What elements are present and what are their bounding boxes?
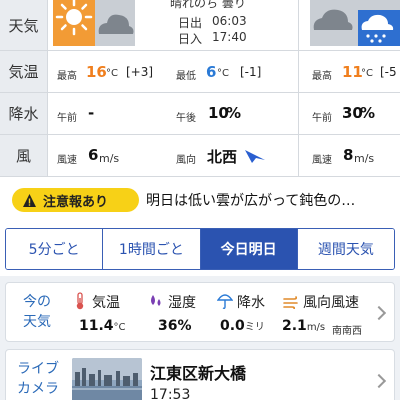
today-windspeed-unit: m/s [99, 152, 120, 165]
today-min-delta: [-1] [240, 65, 262, 79]
today-am-precip: - [88, 104, 95, 122]
tomorrow-am-label: 午前 [312, 113, 332, 124]
now-precip-value: 0.0ミリ [220, 318, 265, 334]
today-winddir: 北西 [207, 148, 238, 166]
now-wind-value: 2.1m/s [282, 318, 326, 334]
row-label-precip: 降水 [0, 93, 47, 134]
live-camera-time: 17:53 [150, 387, 191, 400]
now-precip-label: 降水 [237, 295, 265, 311]
row-label-wind: 風 [0, 135, 47, 176]
today-max-unit: °C [106, 68, 118, 79]
now-wind-direction: 南南西 [332, 326, 362, 337]
sunrise-time: 06:03 [212, 14, 247, 28]
now-humidity-label: 湿度 [168, 295, 196, 311]
now-temp-label: 気温 [92, 295, 120, 311]
today-max-label: 最高 [57, 71, 77, 82]
thermometer-icon [74, 292, 86, 310]
warning-badge-label: 注意報あり [43, 194, 109, 210]
today-pm-label: 午後 [176, 113, 196, 124]
tomorrow-windspeed-label: 風速 [312, 155, 332, 166]
today-min-label: 最低 [176, 71, 196, 82]
row-label-weather: 天気 [0, 0, 47, 50]
sunset-time: 17:40 [212, 30, 247, 44]
warning-message: 明日は低い雲が広がって鈍色の… [146, 193, 356, 209]
live-camera-location: 江東区新大橋 [150, 364, 247, 383]
current-weather-card[interactable]: 今の天気 気温 11.4°C 湿度 36% 降水 0.0ミリ 風向風速 2.1m… [5, 282, 395, 342]
now-humidity-value: 36% [158, 318, 192, 334]
wind-direction-arrow-icon [244, 146, 266, 164]
cloud-rain-icon [310, 0, 400, 46]
tomorrow-max-temp: 11 [342, 63, 363, 81]
warning-triangle-icon [22, 193, 37, 208]
tab-weekly[interactable]: 週間天気 [297, 229, 394, 269]
tomorrow-windspeed-unit: m/s [354, 152, 375, 165]
sunrise-label: 日出 [178, 16, 203, 30]
tomorrow-max-unit: °C [361, 68, 373, 79]
warning-bar[interactable]: 注意報あり 明日は低い雲が広がって鈍色の… [0, 181, 400, 217]
tab-hourly[interactable]: 1時間ごと [103, 229, 201, 269]
tomorrow-am-precip-unit: % [360, 104, 376, 122]
today-winddir-label: 風向 [176, 155, 196, 166]
today-windspeed-label: 風速 [57, 155, 77, 166]
forecast-table: 天気 気温 降水 風 晴れのち 曇り 日出 06:03 日入 17:40 最高 … [0, 0, 400, 177]
today-max-temp: 16 [86, 63, 107, 81]
today-min-temp: 6 [206, 63, 217, 81]
sunset-label: 日入 [178, 32, 203, 46]
today-weather-text: 晴れのち 曇り [170, 0, 246, 10]
today-pm-precip-unit: % [226, 104, 242, 122]
tomorrow-max-delta: [-5 [380, 65, 397, 79]
sun-cloud-icon [53, 0, 135, 46]
now-temp-value: 11.4°C [79, 318, 126, 334]
current-weather-title: 今の天気 [23, 294, 51, 330]
today-min-unit: °C [217, 68, 229, 79]
umbrella-icon [216, 292, 234, 310]
chevron-right-icon [371, 305, 387, 321]
tab-5min[interactable]: 5分ごと [6, 229, 104, 269]
humidity-drops-icon [148, 293, 164, 309]
today-windspeed: 6 [88, 146, 99, 164]
live-camera-thumbnail [72, 358, 142, 400]
today-am-label: 午前 [57, 113, 77, 124]
chevron-right-icon [371, 373, 387, 389]
live-camera-card[interactable]: ライブカメラ 江東区新大橋 17:53 [5, 349, 395, 400]
row-label-temp: 気温 [0, 51, 47, 92]
forecast-tabs: 5分ごと 1時間ごと 今日明日 週間天気 [5, 228, 395, 270]
warning-badge[interactable]: 注意報あり [12, 188, 139, 212]
tab-today-tomorrow[interactable]: 今日明日 [200, 229, 298, 269]
tomorrow-max-label: 最高 [312, 71, 332, 82]
live-camera-title: ライブカメラ [17, 361, 59, 397]
today-max-delta: [+3] [126, 65, 154, 79]
wind-icon [283, 294, 299, 310]
tomorrow-windspeed: 8 [343, 146, 354, 164]
now-wind-label: 風向風速 [303, 295, 359, 311]
